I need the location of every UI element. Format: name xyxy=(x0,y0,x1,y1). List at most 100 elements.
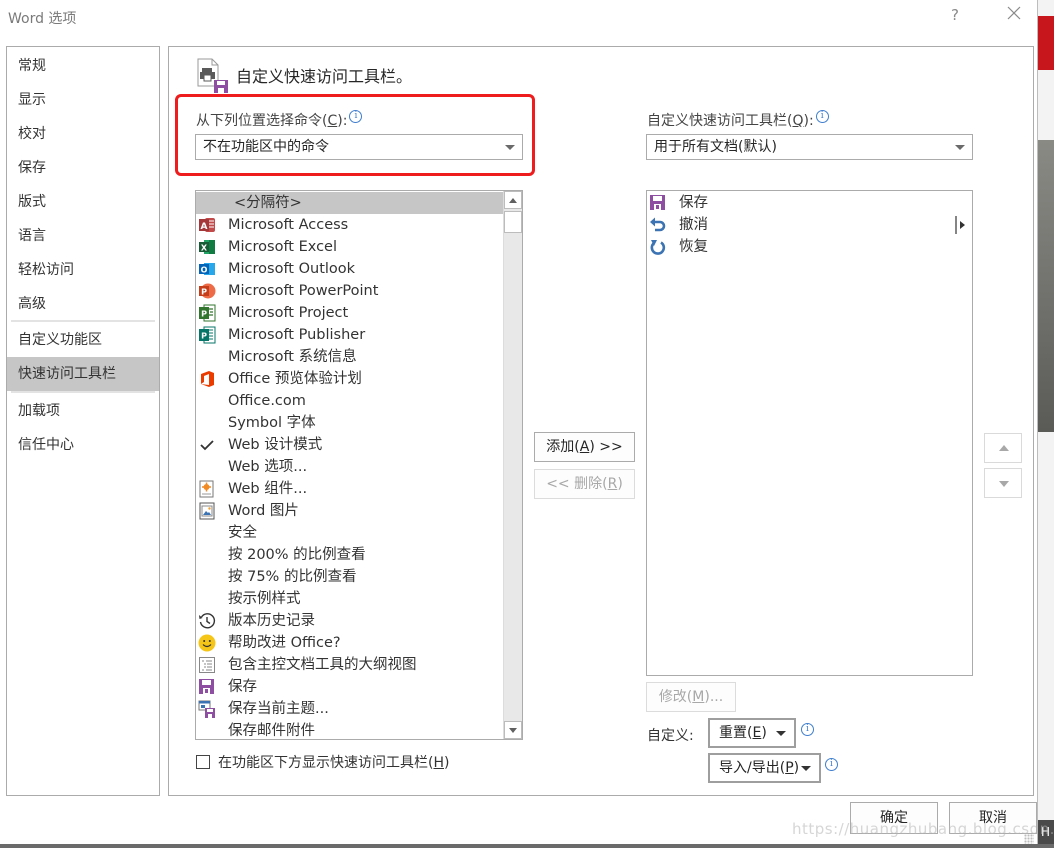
list-item-label: Office.com xyxy=(228,393,306,409)
list-item[interactable]: Web 组件... xyxy=(196,478,503,500)
list-item[interactable]: Word 图片 xyxy=(196,500,503,522)
list-item[interactable]: Web 设计模式 xyxy=(196,434,503,456)
list-item[interactable]: P Microsoft Project xyxy=(196,302,503,324)
info-icon[interactable]: i xyxy=(815,110,829,123)
list-item[interactable]: Web 选项... xyxy=(196,456,503,478)
toolbar-commands-listbox[interactable]: 保存 撤消 恢复 xyxy=(646,190,973,676)
list-item[interactable]: A Microsoft Access xyxy=(196,214,503,236)
info-icon[interactable]: i xyxy=(349,110,363,123)
sidebar-item-language[interactable]: 语言 xyxy=(7,219,159,253)
info-icon[interactable]: i xyxy=(801,723,814,736)
list-item[interactable]: X Microsoft Excel xyxy=(196,236,503,258)
remove-button[interactable]: << 删除(R) xyxy=(534,469,635,499)
sidebar-item-customize-ribbon[interactable]: 自定义功能区 xyxy=(7,323,159,357)
commands-listbox[interactable]: <分隔符> A Microsoft Access X Microsoft Excel O M… xyxy=(195,190,523,740)
list-item-label: 保存当前主题... xyxy=(228,701,329,717)
list-item[interactable]: 撤消 xyxy=(647,214,972,236)
scrollbar-thumb[interactable] xyxy=(504,211,522,233)
list-item-label: 保存 xyxy=(228,679,257,695)
office-icon xyxy=(198,370,216,388)
scroll-up-button[interactable] xyxy=(504,191,522,209)
outline-view-icon xyxy=(198,656,216,674)
quick-access-toolbar-icon xyxy=(196,58,230,94)
sidebar-divider xyxy=(11,320,155,322)
choose-commands-dropdown[interactable]: 不在功能区中的命令 xyxy=(195,134,523,160)
list-item-label: 包含主控文档工具的大纲视图 xyxy=(228,657,417,673)
resize-grip-icon[interactable] xyxy=(1024,834,1034,844)
list-item[interactable]: P Microsoft Publisher xyxy=(196,324,503,346)
word-options-dialog: Word 选项 ? 常规 显示 校对 保存 版式 语言 轻松访问 高级 自定义功… xyxy=(0,0,1054,844)
sidebar-item-quick-access-toolbar[interactable]: 快速访问工具栏 xyxy=(7,357,159,391)
list-item[interactable]: 保存邮件附件 xyxy=(196,720,503,739)
list-item-label: Microsoft Outlook xyxy=(228,261,356,277)
save-theme-icon xyxy=(198,700,216,718)
list-item[interactable]: 恢复 xyxy=(647,236,972,258)
svg-text:A: A xyxy=(201,222,208,232)
move-up-button[interactable] xyxy=(984,433,1022,463)
show-below-ribbon-checkbox[interactable] xyxy=(196,755,210,769)
list-item[interactable]: Office 预览体验计划 xyxy=(196,368,503,390)
scroll-down-button[interactable] xyxy=(504,721,522,739)
list-item[interactable]: 按 75% 的比例查看 xyxy=(196,566,503,588)
list-item[interactable]: 保存 xyxy=(647,192,972,214)
list-item[interactable]: 帮助改进 Office? xyxy=(196,632,503,654)
arrow-up-icon xyxy=(509,198,517,203)
undo-icon xyxy=(649,216,667,234)
list-item-label: 帮助改进 Office? xyxy=(228,635,341,651)
toolbar-scope-dropdown[interactable]: 用于所有文档(默认) xyxy=(646,134,973,160)
sidebar-item-add-ins[interactable]: 加载项 xyxy=(7,394,159,428)
list-item-label: Web 设计模式 xyxy=(228,437,323,453)
list-item-label: Web 组件... xyxy=(228,481,308,497)
save-icon xyxy=(649,194,667,212)
list-item[interactable]: Symbol 字体 xyxy=(196,412,503,434)
history-icon xyxy=(198,612,216,630)
background-window-image xyxy=(1038,140,1054,432)
add-button[interactable]: 添加(A) >> xyxy=(534,432,635,462)
list-item[interactable]: 按 200% 的比例查看 xyxy=(196,544,503,566)
help-button[interactable]: ? xyxy=(951,6,959,24)
list-item-label: <分隔符> xyxy=(234,195,302,211)
list-item-label: Microsoft Access xyxy=(228,217,349,233)
sidebar-item-proofing[interactable]: 校对 xyxy=(7,117,159,151)
list-item[interactable]: <分隔符> xyxy=(196,192,503,214)
sidebar-item-advanced[interactable]: 高级 xyxy=(7,287,159,321)
save-icon xyxy=(198,678,216,696)
svg-text:P: P xyxy=(201,332,207,341)
sidebar-item-layout[interactable]: 版式 xyxy=(7,185,159,219)
import-export-dropdown-button[interactable]: 导入/导出(P) xyxy=(708,753,821,783)
access-icon: A xyxy=(198,216,216,234)
list-item-label: Microsoft Project xyxy=(228,305,349,321)
list-item[interactable]: O Microsoft Outlook xyxy=(196,258,503,280)
word-picture-icon xyxy=(198,502,216,520)
sidebar-item-save[interactable]: 保存 xyxy=(7,151,159,185)
sidebar-item-trust-center[interactable]: 信任中心 xyxy=(7,428,159,462)
list-item-label: 按 75% 的比例查看 xyxy=(228,569,357,585)
list-item[interactable]: 安全 xyxy=(196,522,503,544)
list-item[interactable]: 包含主控文档工具的大纲视图 xyxy=(196,654,503,676)
sidebar-item-accessibility[interactable]: 轻松访问 xyxy=(7,253,159,287)
sidebar-item-display[interactable]: 显示 xyxy=(7,83,159,117)
watermark-text: https://huangzhubang.blog.csdn.net xyxy=(792,820,1054,838)
commands-scrollbar[interactable] xyxy=(503,191,522,739)
reset-dropdown-button[interactable]: 重置(E) xyxy=(708,718,796,748)
page-title: 自定义快速访问工具栏。 xyxy=(236,67,413,86)
list-item[interactable]: P Microsoft PowerPoint xyxy=(196,280,503,302)
list-item-label: 版本历史记录 xyxy=(228,613,315,629)
list-item[interactable]: 版本历史记录 xyxy=(196,610,503,632)
list-item[interactable]: 保存当前主题... xyxy=(196,698,503,720)
show-below-ribbon-label[interactable]: 在功能区下方显示快速访问工具栏(H) xyxy=(218,752,449,772)
list-item[interactable]: Office.com xyxy=(196,390,503,412)
move-down-button[interactable] xyxy=(984,468,1022,498)
list-item-label: Office 预览体验计划 xyxy=(228,371,362,387)
sidebar-item-general[interactable]: 常规 xyxy=(7,49,159,83)
taskbar-strip xyxy=(0,844,1054,848)
list-item[interactable]: Microsoft 系统信息 xyxy=(196,346,503,368)
info-icon[interactable]: i xyxy=(825,758,838,771)
chevron-down-icon xyxy=(801,766,811,771)
list-item[interactable]: 按示例样式 xyxy=(196,588,503,610)
list-item-label: 保存邮件附件 xyxy=(228,723,315,739)
list-item[interactable]: 保存 xyxy=(196,676,503,698)
close-button[interactable] xyxy=(1006,5,1022,26)
modify-button[interactable]: 修改(M)... xyxy=(646,682,736,712)
separator-expand-icon[interactable] xyxy=(955,215,967,235)
